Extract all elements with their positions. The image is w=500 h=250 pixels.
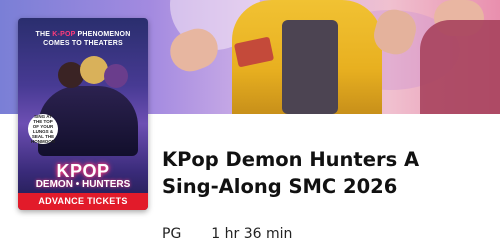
poster-logo-demon-hunters: DEMON • HUNTERS (35, 179, 131, 190)
poster-tagline-pre: THE (35, 31, 51, 38)
advance-tickets-button[interactable]: ADVANCE TICKETS (18, 193, 148, 210)
poster-character-head (104, 64, 128, 88)
poster-speech-bubble: SING AT THE TOP OF YOUR LUNGS & SEAL THE… (28, 114, 58, 144)
hero-character-shirt (282, 20, 338, 114)
movie-title: KPop Demon Hunters A Sing-Along SMC 2026 (162, 148, 420, 198)
hero-character-right (420, 20, 500, 114)
poster-tagline: THE K-POP PHENOMENON COMES TO THEATERS (18, 30, 148, 48)
movie-poster[interactable]: THE K-POP PHENOMENON COMES TO THEATERS S… (18, 18, 148, 210)
poster-tagline-line2: COMES TO THEATERS (43, 40, 123, 47)
movie-meta: PG 1 hr 36 min (162, 226, 292, 242)
runtime-label: 1 hr 36 min (211, 226, 293, 242)
rating-label: PG (162, 226, 182, 242)
poster-tagline-highlight: K-POP (52, 31, 76, 38)
poster-tagline-post: PHENOMENON (77, 31, 131, 38)
